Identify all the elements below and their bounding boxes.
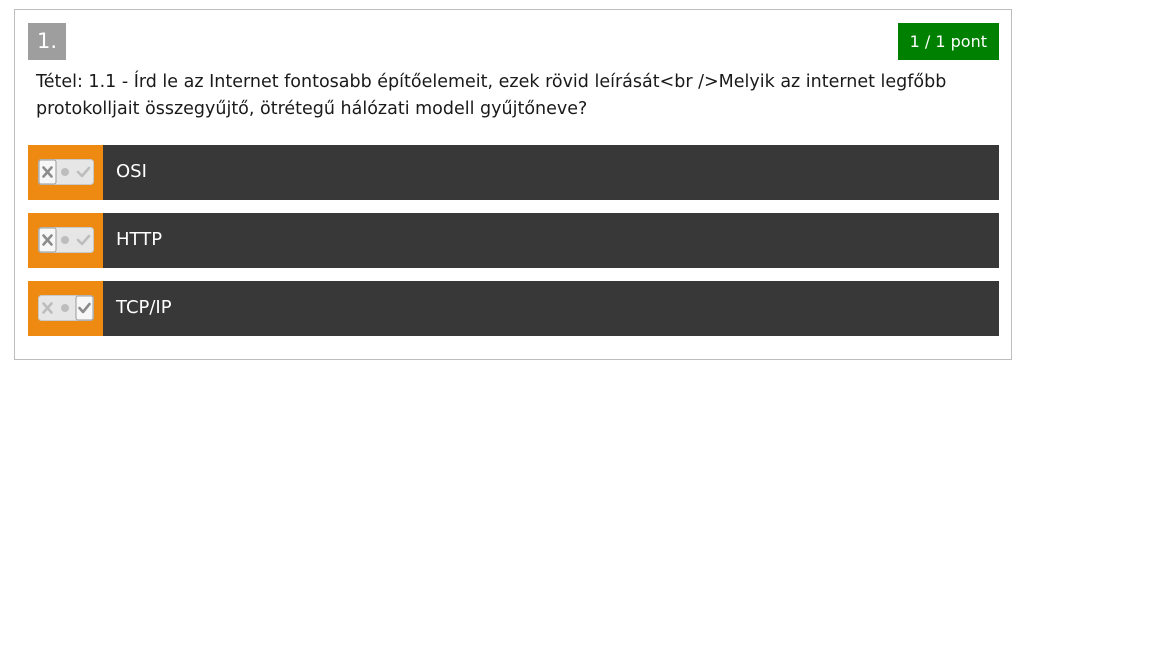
answer-toggle[interactable] [28, 281, 103, 336]
answer-option-osi[interactable]: OSI [28, 145, 999, 200]
tristate-toggle-icon [38, 295, 94, 321]
answer-option-http[interactable]: HTTP [28, 213, 999, 268]
answer-toggle[interactable] [28, 213, 103, 268]
answer-label: HTTP [116, 229, 163, 250]
answer-label: OSI [116, 161, 147, 182]
tristate-toggle-icon [38, 227, 94, 253]
score-badge: 1 / 1 pont [897, 23, 999, 60]
answer-label: TCP/IP [116, 297, 172, 318]
question-card: 1. 1 / 1 pont Tétel: 1.1 - Írd le az Int… [14, 9, 1012, 360]
answer-option-tcp-ip[interactable]: TCP/IP [28, 281, 999, 336]
question-number: 1. [28, 23, 66, 60]
answer-list: OSI HTTP TCP/IP [28, 145, 999, 336]
tristate-toggle-icon [38, 159, 94, 185]
answer-toggle[interactable] [28, 145, 103, 200]
question-text: Tétel: 1.1 - Írd le az Internet fontosab… [36, 72, 947, 119]
